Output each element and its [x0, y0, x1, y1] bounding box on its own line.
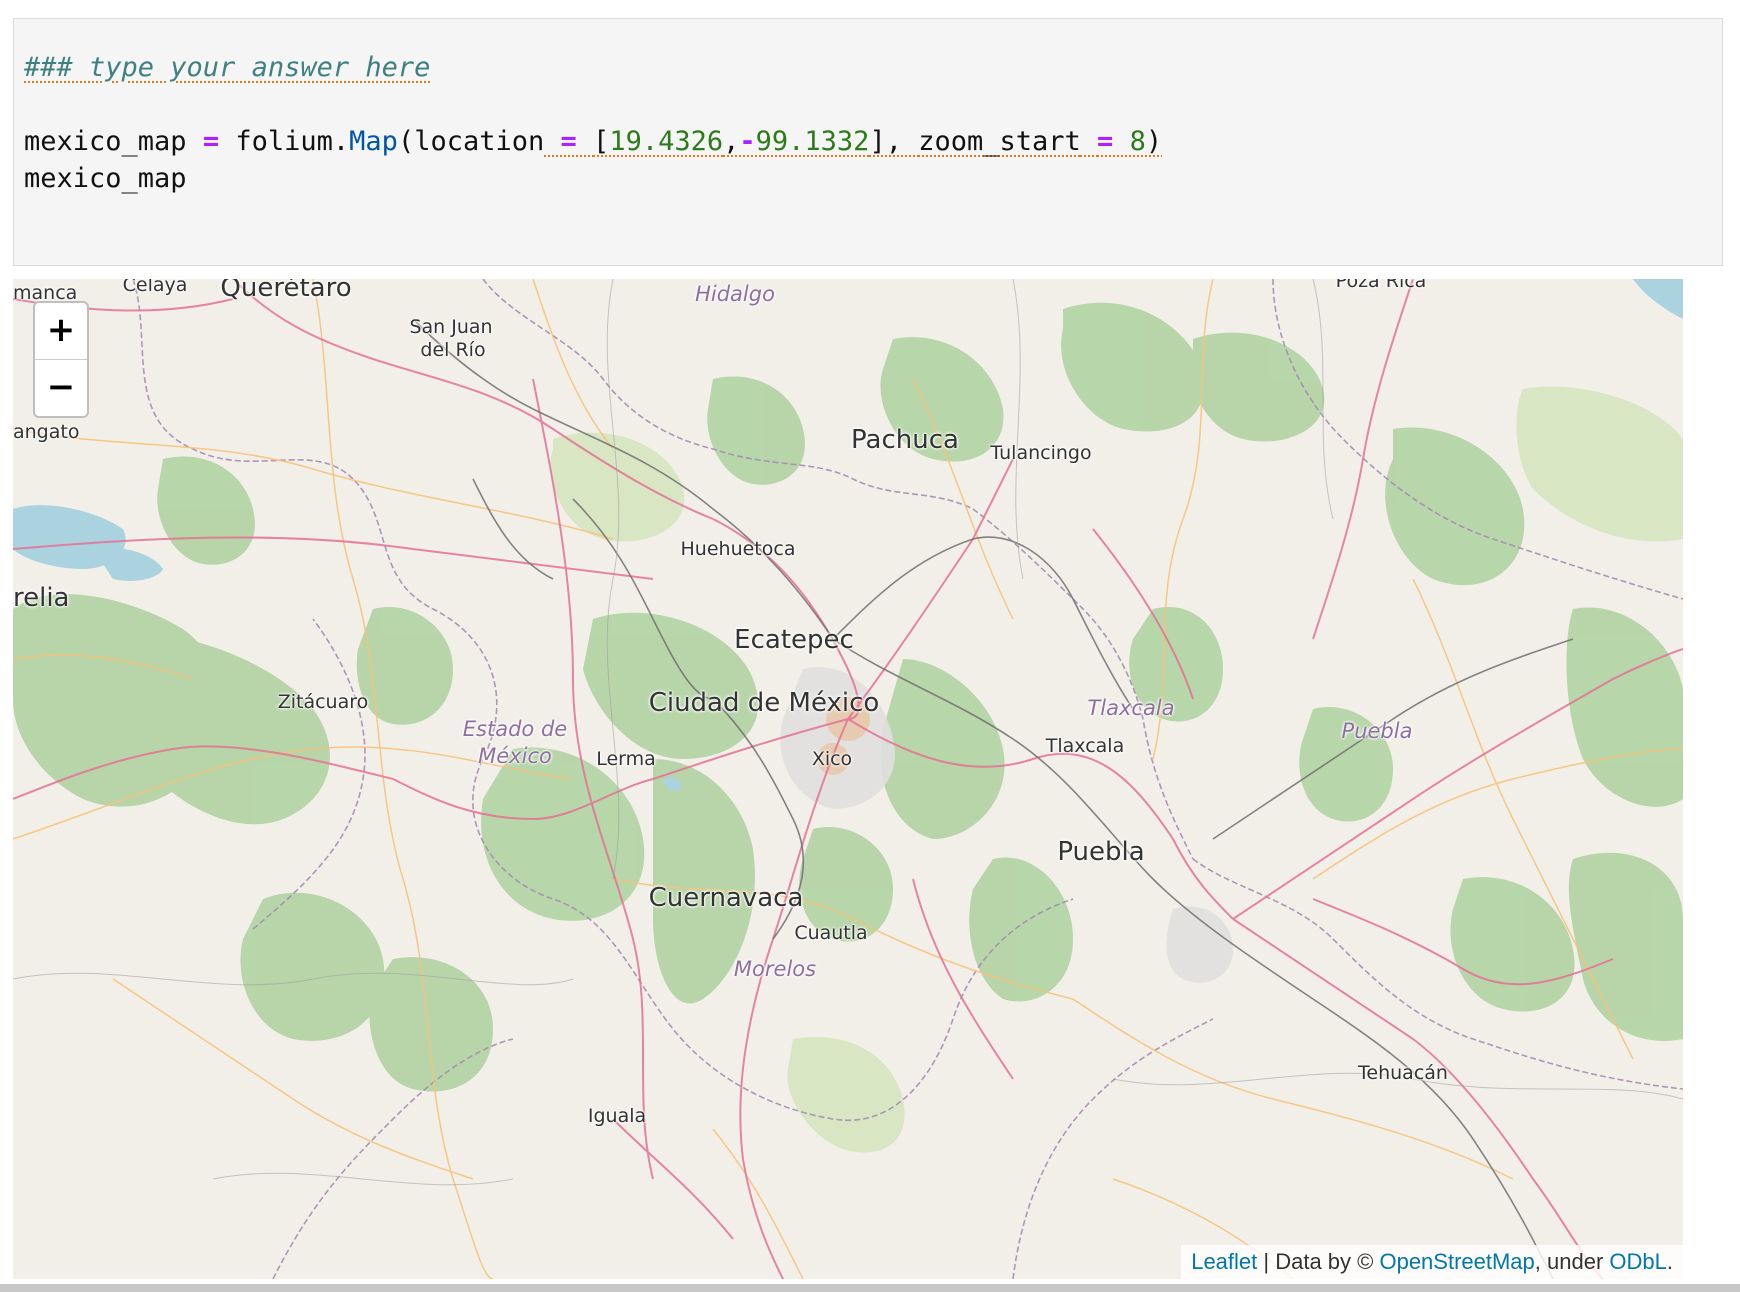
map-label-san-juan: San Juan [409, 316, 493, 338]
leaflet-map[interactable]: manca Celaya Querétaro Hidalgo Poza Rica… [13, 279, 1683, 1279]
map-label-huehuetoca: Huehuetoca [680, 538, 796, 560]
map-tiles[interactable] [13, 279, 1683, 1279]
code-func: Map [349, 126, 398, 157]
code-op: = [560, 126, 577, 157]
map-label-estado-de: Estado de [462, 717, 568, 741]
map-label-xico: Xico [811, 748, 853, 770]
code-punct: ], [869, 126, 902, 157]
horizontal-scrollbar[interactable] [0, 1284, 1740, 1292]
map-label-celaya: Celaya [122, 279, 188, 296]
code-line-comment: ### type your answer here [24, 49, 1162, 86]
code-lat: 19.4326 [609, 126, 724, 157]
map-label-iguala: Iguala [587, 1105, 647, 1127]
map-label-puebla: Puebla [1057, 837, 1145, 867]
map-label-pachuca: Pachuca [851, 425, 959, 455]
code-cell[interactable]: ### type your answer here mexico_map = f… [13, 18, 1723, 266]
map-label-tlaxcala: Tlaxcala [1045, 735, 1125, 757]
zoom-control: + − [33, 301, 89, 418]
code-zoom: 8 [1129, 126, 1146, 157]
map-label-cuautla: Cuautla [794, 922, 868, 944]
code-module: folium. [235, 126, 350, 157]
attribution-text: | Data by © [1257, 1249, 1380, 1274]
code-var: mexico_map [24, 126, 187, 157]
map-label-angato: angato [13, 421, 80, 443]
map-label-morelos: Morelos [733, 957, 817, 981]
map-label-hidalgo: Hidalgo [695, 282, 775, 306]
attribution-end: . [1666, 1249, 1673, 1274]
code-punct: [ [593, 126, 610, 157]
map-label-queretaro: Querétaro [220, 279, 352, 303]
code-punct: , [723, 126, 740, 157]
openstreetmap-link[interactable]: OpenStreetMap [1379, 1249, 1534, 1274]
zoom-out-button[interactable]: − [35, 359, 87, 416]
code-punct: ) [1145, 126, 1163, 157]
code-arg: (location [397, 126, 545, 157]
odbl-link[interactable]: ODbL [1609, 1249, 1666, 1274]
map-label-lerma: Lerma [596, 748, 656, 770]
map-label-zitacuaro: Zitácuaro [277, 691, 369, 713]
code-op: - [739, 126, 756, 157]
code-line-map-call: mexico_map = folium.Map(location = [19.4… [24, 123, 1162, 160]
code-comment: ### type your answer here [24, 52, 431, 83]
map-label-tlaxcala-state: Tlaxcala [1087, 696, 1175, 720]
map-label-ecatepec: Ecatepec [734, 625, 854, 655]
leaflet-link[interactable]: Leaflet [1191, 1249, 1257, 1274]
map-label-poza-rica: Poza Rica [1335, 279, 1427, 292]
map-label-estado-mexico: México [478, 744, 552, 768]
map-label-cuernavaca: Cuernavaca [648, 883, 804, 913]
map-label-puebla-state: Puebla [1341, 719, 1413, 743]
map-label-ciudad-de-mexico: Ciudad de México [648, 688, 880, 718]
code-op: = [202, 126, 220, 157]
code-kw: zoom_start [918, 126, 1081, 157]
map-label-del-rio: del Río [420, 339, 486, 361]
code-editor[interactable]: ### type your answer here mexico_map = f… [24, 49, 1162, 197]
code-lon: 99.1332 [755, 126, 870, 157]
attribution-under: , under [1534, 1249, 1610, 1274]
map-label-relia: relia [13, 583, 70, 613]
code-op: = [1097, 126, 1114, 157]
map-label-tulancingo: Tulancingo [990, 442, 1092, 464]
map-label-tehuacan: Tehuacán [1358, 1062, 1448, 1084]
zoom-in-button[interactable]: + [35, 303, 87, 359]
code-line-output-var: mexico_map [24, 163, 187, 194]
map-attribution: Leaflet | Data by © OpenStreetMap, under… [1181, 1245, 1683, 1279]
